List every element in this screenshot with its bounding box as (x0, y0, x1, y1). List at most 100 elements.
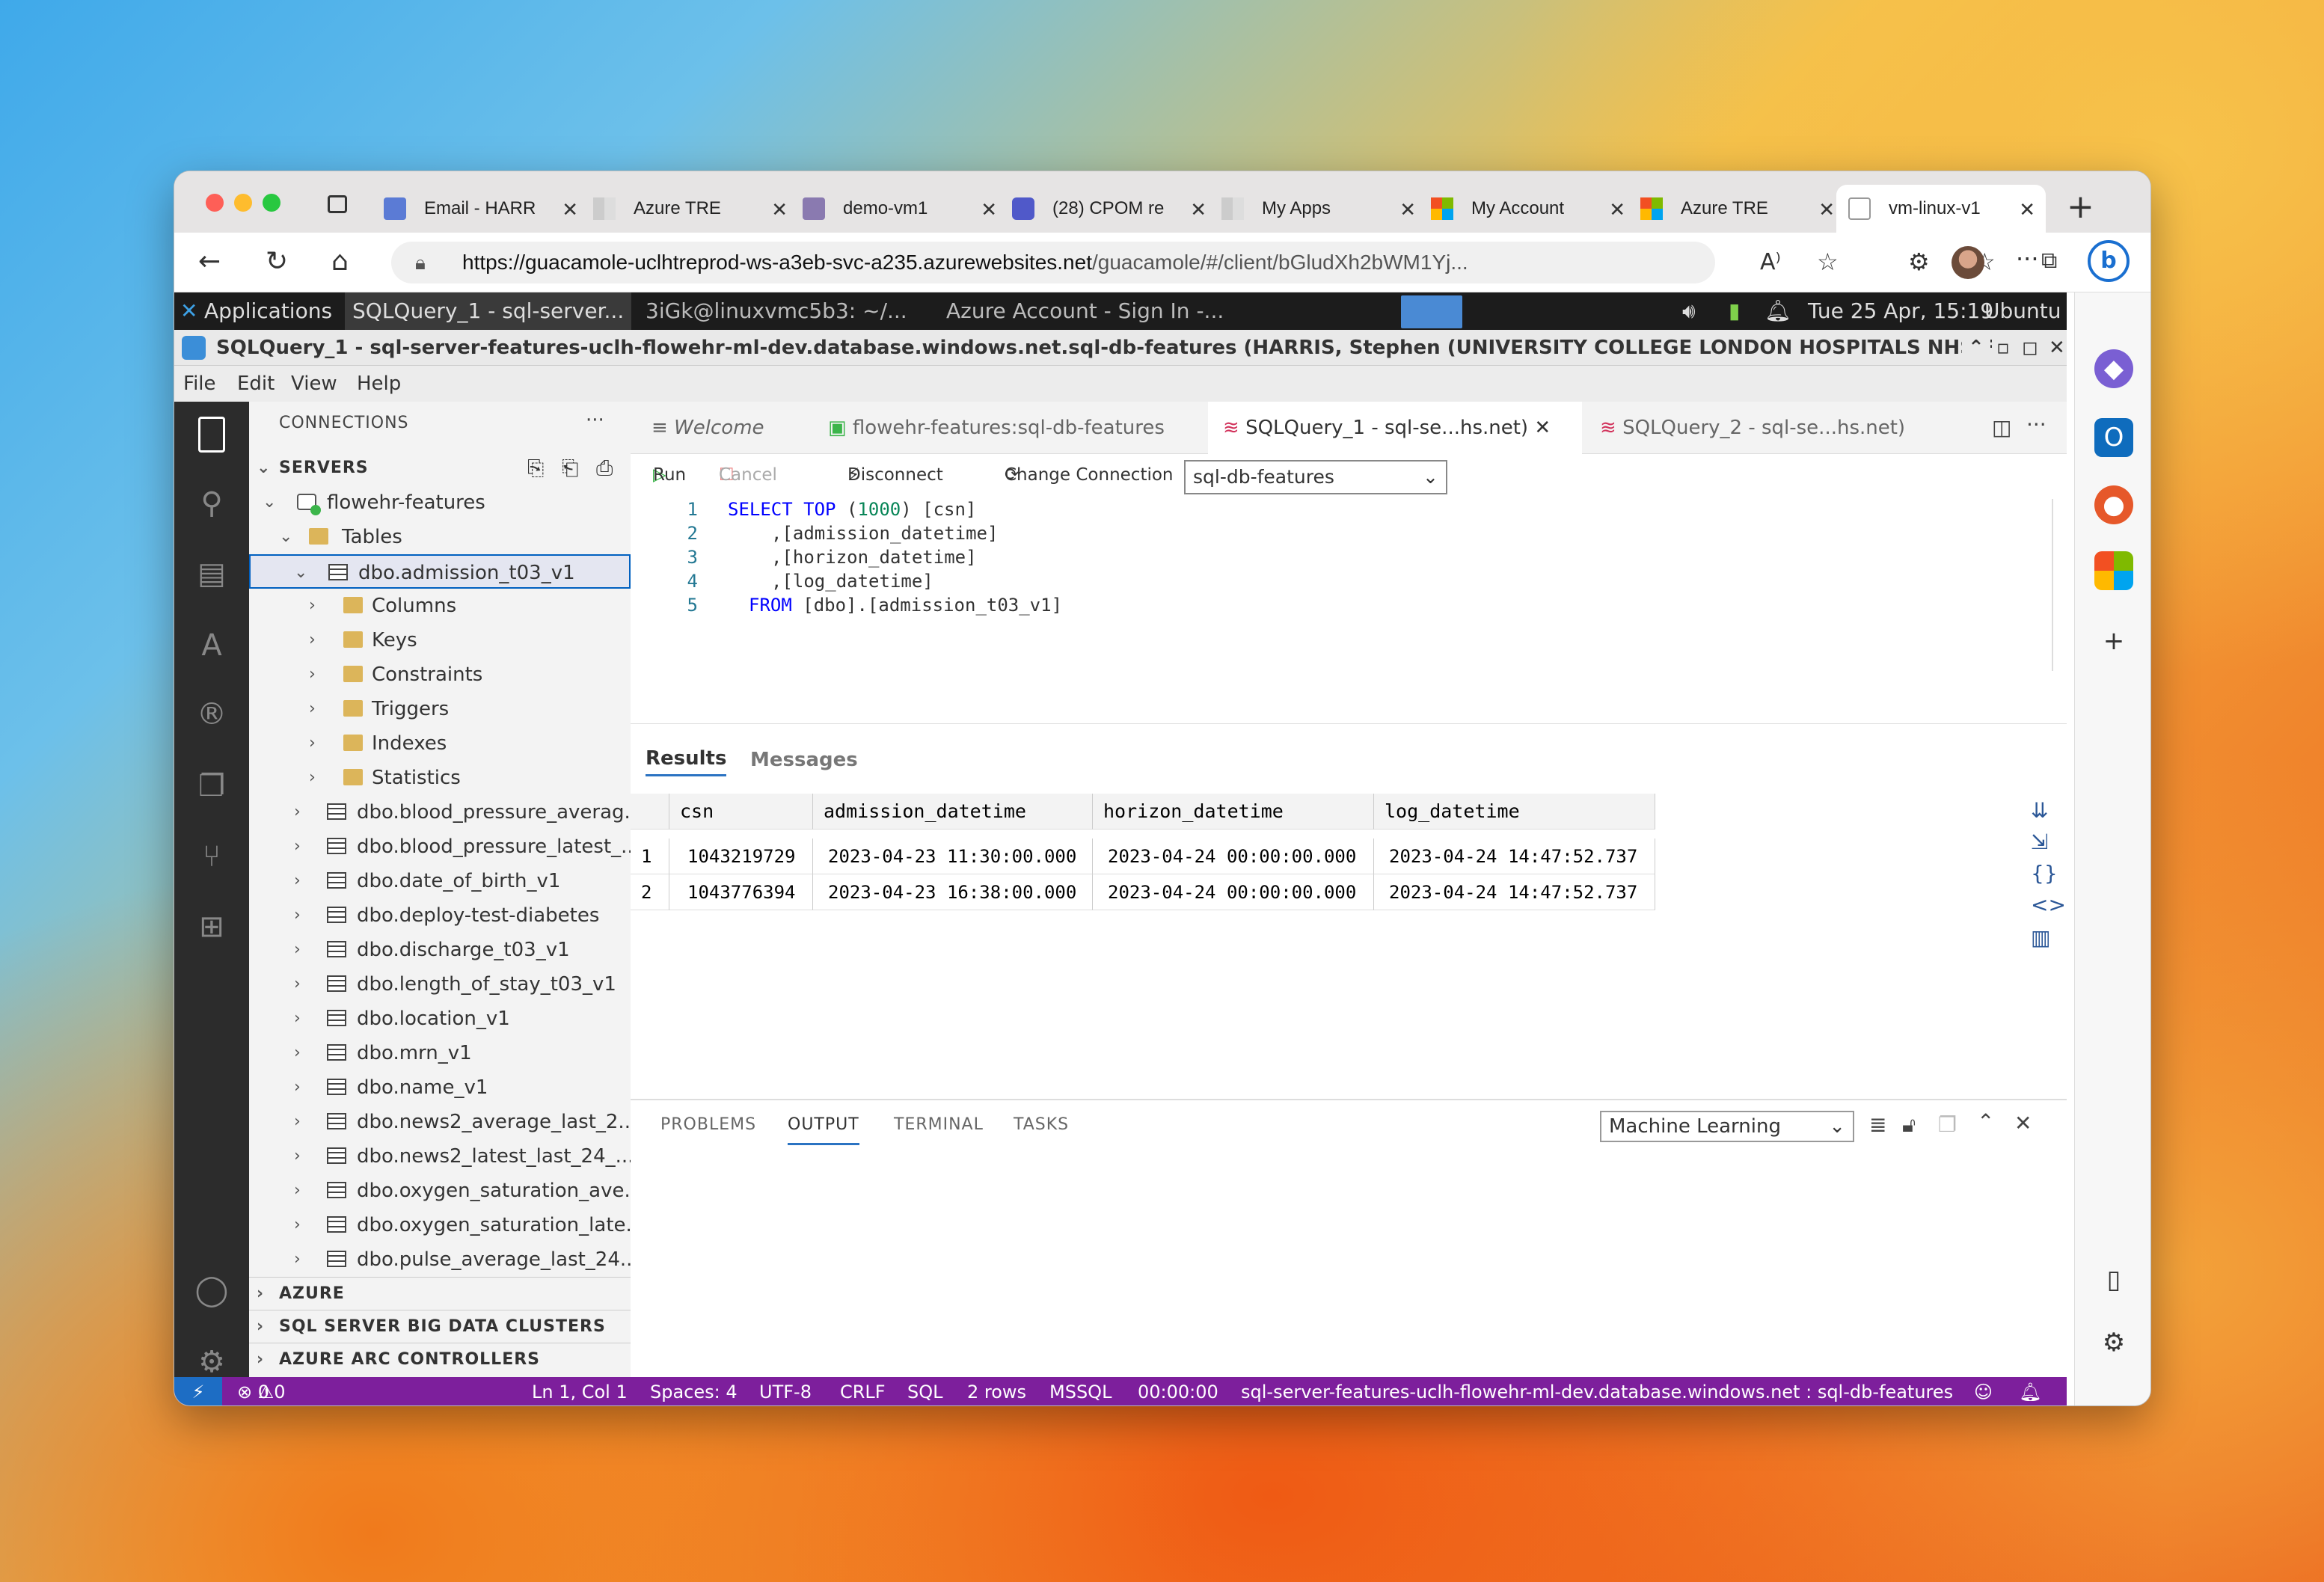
column-header[interactable]: csn (669, 794, 813, 830)
split-editor-icon[interactable]: ◫ (1992, 415, 2011, 440)
collections-icon[interactable]: ⧉ (2041, 248, 2057, 274)
folder-node[interactable]: › Constraints (249, 657, 631, 692)
menu-view[interactable]: View (291, 366, 337, 402)
tab-table-designer[interactable]: ▣ flowehr-features:sql-db-features (810, 402, 1199, 454)
menu-help[interactable]: Help (357, 366, 401, 402)
output-channel-select[interactable]: Machine Learning ⌄ (1600, 1111, 1854, 1142)
window-shade-icon[interactable]: ⌃ (1962, 330, 1990, 365)
sidebar-more-icon[interactable]: ··· (586, 409, 604, 432)
copilot-icon[interactable]: ◆ (2094, 349, 2133, 388)
new-connection-icon[interactable]: ⎘ (527, 451, 545, 485)
results-tab[interactable]: Results (646, 747, 727, 776)
close-tab-icon[interactable]: ✕ (2019, 198, 2035, 221)
folder-node[interactable]: › Keys (249, 623, 631, 657)
column-header[interactable]: log_datetime (1374, 794, 1655, 830)
connection-status[interactable]: sql-server-features-uclh-flowehr-ml-dev.… (1241, 1377, 1953, 1405)
save-as-json-icon[interactable]: {} (2031, 861, 2058, 886)
new-tab-icon[interactable]: + (2067, 188, 2094, 226)
profile-avatar-image[interactable] (1952, 246, 1984, 279)
table-node[interactable]: › dbo.deploy-test-diabetes (249, 898, 631, 933)
table-node-selected[interactable]: ⌄ dbo.admission_t03_v1 (249, 554, 631, 589)
manage-gear-icon[interactable]: ⚙ (192, 1343, 231, 1382)
taskbar-terminal[interactable]: 3iGk@linuxvmc5b3: ~/... (646, 292, 907, 330)
table-node[interactable]: › dbo.mrn_v1 (249, 1036, 631, 1070)
table-node[interactable]: › dbo.blood_pressure_latest_... (249, 830, 631, 864)
save-as-excel-icon[interactable]: ⇲ (2031, 830, 2048, 854)
notebooks-icon[interactable]: ▤ (192, 554, 231, 593)
folder-node[interactable]: › Triggers (249, 692, 631, 726)
encoding-status[interactable]: UTF-8 (759, 1377, 812, 1405)
explorer-icon[interactable]: ❐ (192, 767, 231, 806)
language-status[interactable]: SQL (907, 1377, 943, 1405)
eol-status[interactable]: CRLF (840, 1377, 886, 1405)
favorite-add-icon[interactable]: ☆ (1817, 248, 1839, 276)
connections-icon[interactable] (198, 417, 225, 453)
editor-scrollbar[interactable] (2052, 499, 2053, 671)
server-node[interactable]: ⌄ flowehr-features (249, 485, 631, 520)
user-menu[interactable]: Ubuntu (1984, 292, 2061, 330)
browser-tab-my-account[interactable]: My Account ✕ (1431, 185, 1625, 233)
feedback-icon[interactable]: ☺ (1974, 1377, 1993, 1405)
close-tab-icon[interactable]: ✕ (562, 198, 578, 221)
column-header[interactable]: admission_datetime (813, 794, 1093, 830)
panel-tab-terminal[interactable]: TERMINAL (894, 1115, 984, 1134)
table-node[interactable]: › dbo.blood_pressure_averag... (249, 795, 631, 830)
close-panel-icon[interactable]: ✕ (2014, 1111, 2032, 1135)
url-input[interactable]: 🔒︎ https://guacamole-uclhtreprod-ws-a3eb… (391, 242, 1715, 283)
browser-tab-my-apps[interactable]: My Apps ✕ (1221, 185, 1416, 233)
workspace-switcher[interactable] (1401, 295, 1462, 328)
taskbar-ads[interactable]: SQLQuery_1 - sql-server... (345, 292, 632, 330)
lock-scroll-icon[interactable]: 🔓︎ (1902, 1112, 1916, 1138)
notifications-icon[interactable]: 🔔︎ (1765, 292, 1791, 330)
folder-node[interactable]: › Indexes (249, 726, 631, 761)
table-cell[interactable]: 1043776394 (669, 874, 813, 910)
reload-icon[interactable]: ↻ (266, 246, 288, 277)
column-header[interactable]: horizon_datetime (1093, 794, 1374, 830)
r-icon[interactable]: ® (192, 695, 231, 734)
new-server-group-icon[interactable]: ⎗ (562, 451, 579, 485)
table-cell[interactable]: 2023-04-24 14:47:52.737 (1374, 874, 1655, 910)
panel-tab-problems[interactable]: PROBLEMS (660, 1115, 756, 1134)
code-editor[interactable]: 1 2 3 4 5 SELECT TOP (1000) [csn] ,[admi… (631, 499, 2067, 678)
close-tab-icon[interactable]: ✕ (771, 198, 788, 221)
active-connections-icon[interactable]: ⎙ (596, 451, 613, 485)
extensions-icon[interactable]: ⊞ (192, 907, 231, 946)
close-window-button[interactable] (206, 194, 224, 212)
row-number[interactable]: 1 (631, 838, 669, 874)
editor-more-icon[interactable]: ··· (2026, 412, 2046, 437)
read-aloud-icon[interactable]: A⁾ (1760, 249, 1781, 275)
azure-icon[interactable]: A (192, 626, 231, 665)
more-icon[interactable]: ··· (2016, 245, 2039, 273)
browser-tab-email[interactable]: Email - HARR ✕ (384, 185, 578, 233)
save-as-csv-icon[interactable]: ⇊ (2031, 798, 2048, 823)
close-tab-icon[interactable]: ✕ (981, 198, 997, 221)
battery-icon[interactable]: ▮ (1729, 292, 1740, 330)
back-icon[interactable]: ← (198, 246, 221, 277)
window-maximize-icon[interactable]: ◻ (2014, 330, 2046, 365)
big-data-clusters-section[interactable]: › SQL SERVER BIG DATA CLUSTERS (249, 1310, 631, 1343)
folder-node[interactable]: › Columns (249, 589, 631, 623)
bing-icon[interactable]: b (2088, 240, 2130, 282)
servers-section[interactable]: ⌄ SERVERS ⎘ ⎗ ⎙ (249, 451, 631, 485)
browser-tab-azure-tre[interactable]: Azure TRE ✕ (593, 185, 788, 233)
add-sidebar-app-icon[interactable]: + (2094, 622, 2133, 660)
close-tab-icon[interactable]: ✕ (1818, 198, 1835, 221)
remote-desktop[interactable]: ✕ Applications SQLQuery_1 - sql-server..… (174, 292, 2067, 1405)
applications-menu[interactable]: Applications (204, 292, 332, 330)
cursor-position[interactable]: Ln 1, Col 1 (532, 1377, 628, 1405)
arc-controllers-section[interactable]: › AZURE ARC CONTROLLERS (249, 1343, 631, 1376)
hide-sidebar-icon[interactable]: ▯ (2094, 1260, 2133, 1299)
table-node[interactable]: › dbo.news2_average_last_2... (249, 1105, 631, 1139)
table-node[interactable]: › dbo.date_of_birth_v1 (249, 864, 631, 898)
duckduckgo-icon[interactable]: ● (2094, 485, 2133, 524)
table-cell[interactable]: 2023-04-24 00:00:00.000 (1093, 838, 1374, 874)
table-cell[interactable]: 2023-04-24 14:47:52.737 (1374, 838, 1655, 874)
close-tab-icon[interactable]: ✕ (1190, 198, 1207, 221)
browser-tab-demo-vm1[interactable]: demo-vm1 ✕ (803, 185, 997, 233)
table-node[interactable]: › dbo.length_of_stay_t03_v1 (249, 967, 631, 1002)
azure-section[interactable]: › AZURE (249, 1277, 631, 1310)
notifications-bell-icon[interactable]: 🔔︎ (2019, 1377, 2041, 1405)
chart-icon[interactable]: ▥ (2031, 925, 2050, 950)
folder-node[interactable]: › Statistics (249, 761, 631, 795)
tab-welcome[interactable]: ≡ Welcome (631, 402, 810, 454)
